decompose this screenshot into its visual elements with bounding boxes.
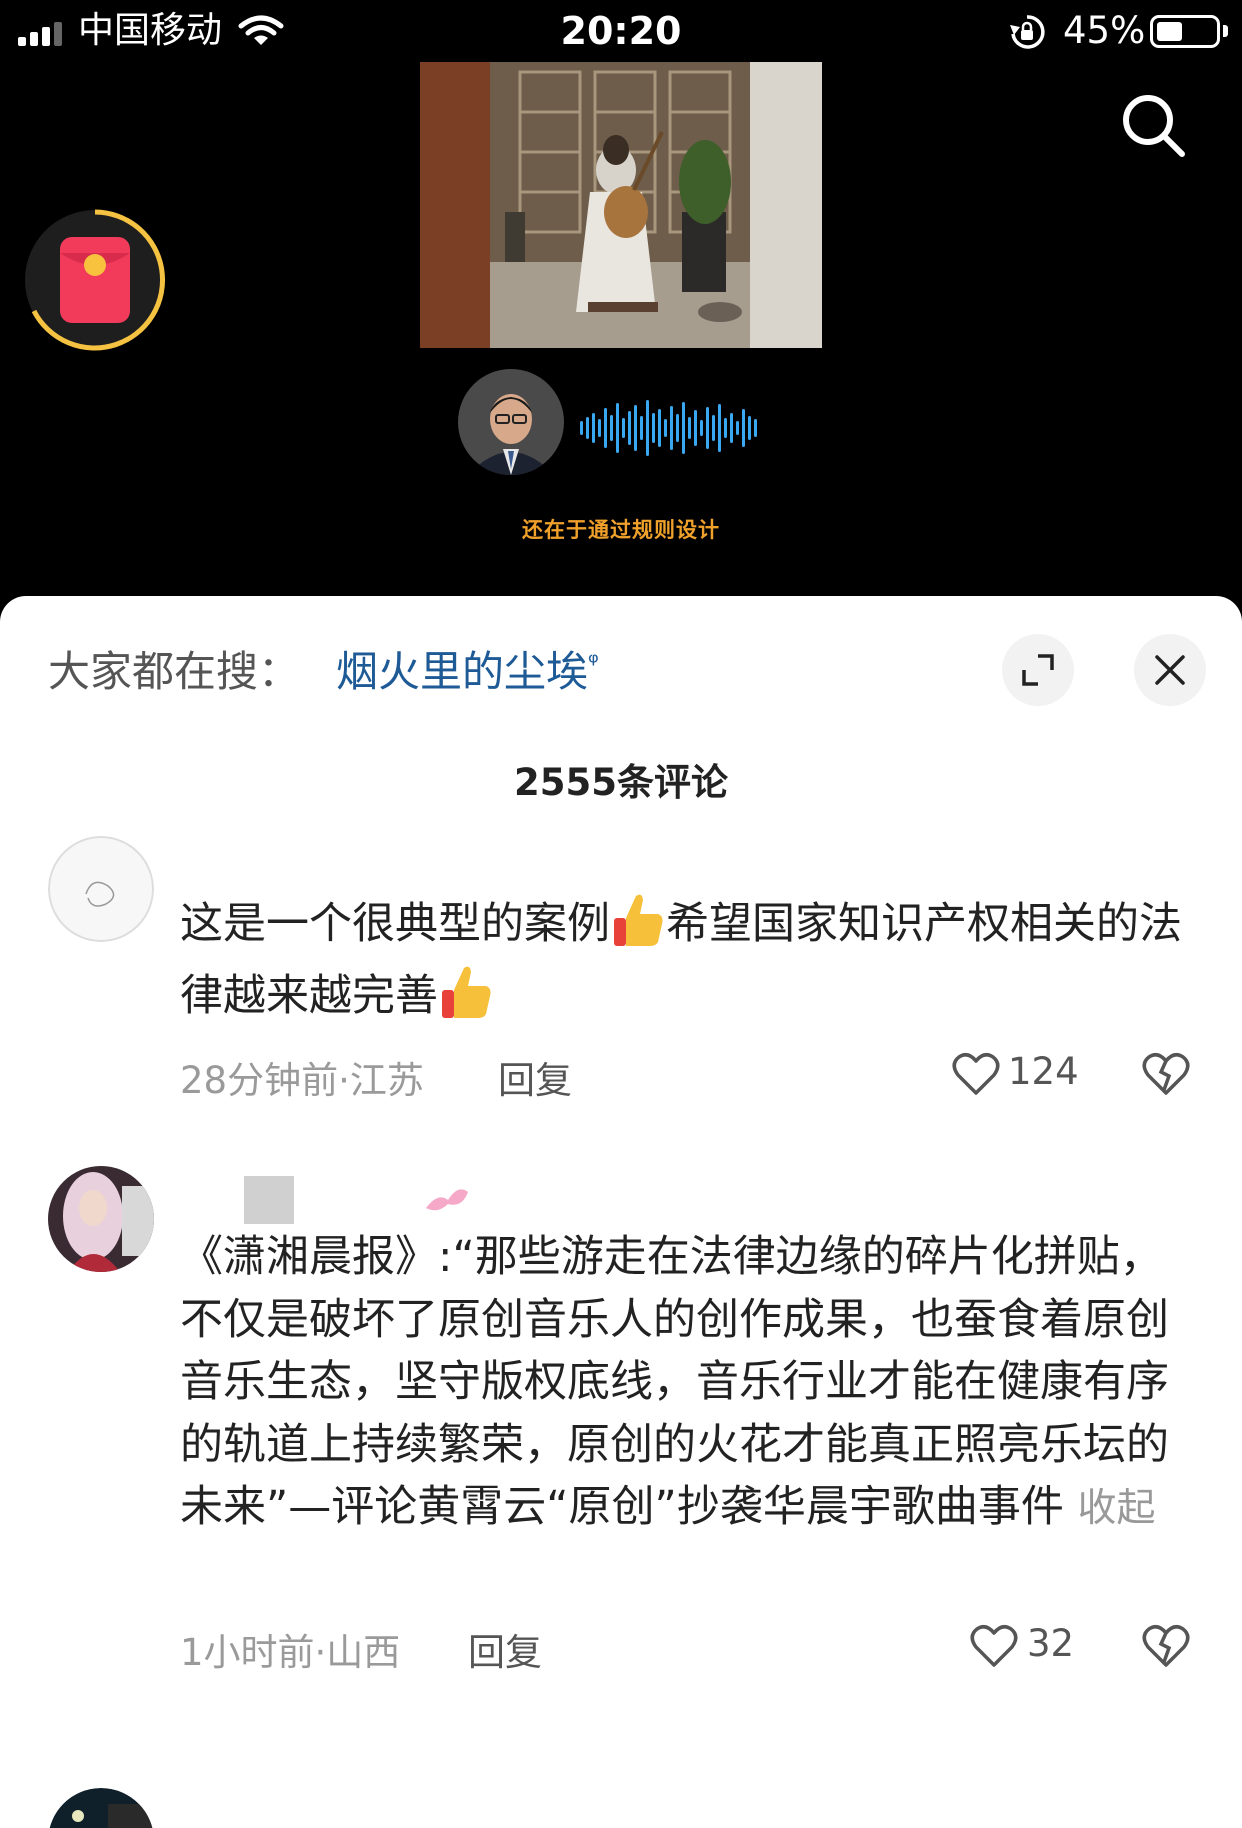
- ribbon-decoration: [426, 1189, 468, 1211]
- battery-icon: [1150, 15, 1220, 48]
- waveform-bar: [706, 407, 709, 449]
- avatar[interactable]: [48, 1788, 154, 1828]
- waveform-bar: [598, 419, 601, 437]
- clock: 20:20: [560, 9, 682, 53]
- thumbs-up-emoji: [614, 894, 663, 946]
- like-count: 124: [1008, 1050, 1079, 1093]
- waveform-bar: [664, 419, 667, 437]
- waveform-bar: [628, 411, 631, 445]
- avatar[interactable]: [48, 836, 154, 942]
- search-icon[interactable]: [1118, 90, 1190, 162]
- like-count: 32: [1027, 1622, 1075, 1665]
- status-bar: 中国移动 20:20 45%: [0, 0, 1242, 62]
- waveform-bar: [610, 415, 613, 441]
- battery-tip: [1223, 25, 1228, 37]
- waveform-bar: [676, 414, 679, 442]
- waveform-bar: [682, 402, 685, 454]
- hot-search-term-text[interactable]: 烟火里的尘埃: [336, 647, 588, 696]
- search-small-icon: ᵠ: [588, 648, 599, 678]
- hot-search-term[interactable]: 烟火里的尘埃ᵠ: [336, 638, 599, 699]
- username-redacted: [244, 1176, 294, 1224]
- comment-count: 2555条评论: [514, 761, 728, 804]
- comment-item-partial: [0, 1788, 1242, 1828]
- waveform-bar: [748, 416, 751, 440]
- waveform-bar: [658, 409, 661, 447]
- waveform-bar: [640, 416, 643, 440]
- avatar[interactable]: [48, 1166, 154, 1272]
- waveform-bar: [580, 421, 583, 435]
- waveform-bar: [712, 415, 715, 441]
- comment-text-part: 《潇湘晨报》:“那些游走在法律边缘的碎片化拼贴，不仅是破坏了原创音乐人的创作成果…: [180, 1232, 1169, 1533]
- waveform-bar: [622, 418, 625, 438]
- rotation-lock-icon: [1010, 15, 1045, 49]
- expand-icon[interactable]: [1002, 634, 1074, 706]
- hot-search-label: 大家都在搜：: [48, 647, 301, 696]
- comment-item: 这是一个很典型的案例 希望国家知识产权相关的法律越来越完善 28分钟前·江苏 回复…: [0, 836, 1242, 1136]
- collapse-button[interactable]: 收起: [1078, 1486, 1156, 1531]
- waveform-bar: [694, 410, 697, 446]
- waveform-icon: [580, 400, 757, 456]
- waveform-bar: [586, 417, 589, 439]
- comment-text: 《潇湘晨报》:“那些游走在法律边缘的碎片化拼贴，不仅是破坏了原创音乐人的创作成果…: [180, 1226, 1190, 1541]
- waveform-bar: [736, 421, 739, 435]
- waveform-bar: [604, 408, 607, 448]
- reply-button[interactable]: 回复: [498, 1050, 572, 1104]
- heart-icon[interactable]: [970, 1624, 1018, 1668]
- waveform-bar: [652, 413, 655, 443]
- waveform-bar: [688, 417, 691, 439]
- waveform-bar: [634, 405, 637, 451]
- video-subtitle: 还在于通过规则设计: [522, 518, 720, 542]
- comment-sheet: 大家都在搜： 烟火里的尘埃ᵠ 2555条评论 这是一个很典型的案例 希望国家知识产…: [0, 596, 1242, 1828]
- waveform-bar: [730, 413, 733, 443]
- comment-meta: 1小时前·山西: [180, 1631, 401, 1674]
- broken-heart-icon[interactable]: [1142, 1052, 1190, 1096]
- video-thumbnail[interactable]: [420, 62, 822, 348]
- waveform-bar: [754, 419, 757, 437]
- comment-text-part: 这是一个很典型的案例: [180, 899, 610, 949]
- speaker-avatar: [458, 369, 564, 475]
- waveform-bar: [742, 409, 745, 447]
- video-player[interactable]: 还在于通过规则设计: [0, 62, 1242, 602]
- comment-item: 《潇湘晨报》:“那些游走在法律边缘的碎片化拼贴，不仅是破坏了原创音乐人的创作成果…: [0, 1166, 1242, 1726]
- comment-meta: 28分钟前·江苏: [180, 1059, 424, 1102]
- comment-text: 这是一个很典型的案例 希望国家知识产权相关的法律越来越完善: [180, 888, 1190, 1032]
- thumbs-up-emoji: [442, 966, 491, 1018]
- waveform-bar: [670, 406, 673, 450]
- waveform-bar: [724, 418, 727, 438]
- heart-icon[interactable]: [952, 1052, 1000, 1096]
- waveform-bar: [700, 420, 703, 436]
- waveform-bar: [646, 400, 649, 456]
- waveform-bar: [616, 403, 619, 453]
- reply-button[interactable]: 回复: [468, 1622, 542, 1676]
- waveform-bar: [592, 413, 595, 443]
- waveform-bar: [718, 404, 721, 452]
- broken-heart-icon[interactable]: [1142, 1624, 1190, 1668]
- close-icon[interactable]: [1134, 634, 1206, 706]
- battery-percent: 45%: [1063, 9, 1146, 52]
- red-packet-icon[interactable]: [22, 207, 168, 353]
